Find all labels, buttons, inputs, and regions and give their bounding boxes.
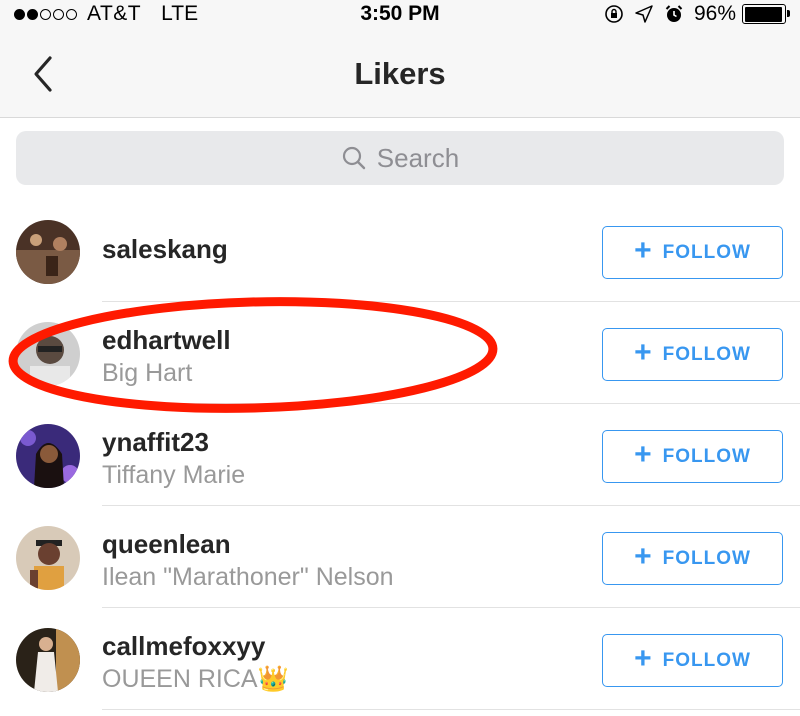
plus-icon: +: [634, 234, 653, 267]
follow-label: FOLLOW: [662, 547, 751, 569]
navigation-bar: Likers: [0, 30, 800, 118]
follow-button[interactable]: + FOLLOW: [602, 430, 783, 483]
liker-row[interactable]: saleskang + FOLLOW: [0, 200, 800, 302]
liker-username[interactable]: ynaffit23: [102, 427, 209, 458]
avatar[interactable]: [16, 424, 80, 488]
liker-username[interactable]: callmefoxxyy: [102, 631, 265, 662]
follow-label: FOLLOW: [662, 445, 751, 467]
status-bar: AT&T LTE 3:50 PM 96%: [0, 0, 800, 30]
follow-label: FOLLOW: [662, 649, 751, 671]
battery-percentage: 96%: [693, 2, 736, 25]
liker-fullname: OUEEN RICA👑: [102, 665, 289, 693]
follow-label: FOLLOW: [662, 343, 751, 365]
avatar[interactable]: [16, 526, 80, 590]
liker-username[interactable]: queenlean: [102, 529, 231, 560]
liker-fullname: Ilean "Marathoner" Nelson: [102, 563, 394, 591]
plus-icon: +: [634, 642, 653, 675]
follow-button[interactable]: + FOLLOW: [602, 328, 783, 381]
battery-level: [744, 6, 782, 22]
liker-fullname: Tiffany Marie: [102, 461, 246, 489]
page-title: Likers: [354, 56, 446, 91]
search-placeholder: Search: [376, 142, 460, 173]
avatar[interactable]: [16, 628, 80, 692]
search-icon: [341, 145, 367, 171]
liker-fullname: Big Hart: [102, 359, 193, 387]
alarm-icon: [665, 5, 683, 22]
liker-row[interactable]: queenlean Ilean "Marathoner" Nelson + FO…: [0, 506, 800, 608]
row-divider: [102, 708, 800, 710]
location-icon: [635, 5, 653, 23]
orientation-lock-icon: [605, 5, 623, 23]
liker-row[interactable]: edhartwell Big Hart + FOLLOW: [0, 302, 800, 404]
follow-button[interactable]: + FOLLOW: [602, 226, 783, 279]
follow-label: FOLLOW: [662, 241, 751, 263]
battery-icon: [742, 4, 790, 24]
liker-username[interactable]: saleskang: [102, 234, 228, 265]
avatar[interactable]: [16, 220, 80, 284]
liker-row[interactable]: ynaffit23 Tiffany Marie + FOLLOW: [0, 404, 800, 506]
avatar[interactable]: [16, 322, 80, 386]
follow-button[interactable]: + FOLLOW: [602, 532, 783, 585]
liker-username[interactable]: edhartwell: [102, 325, 231, 356]
search-input[interactable]: Search: [16, 131, 784, 185]
plus-icon: +: [634, 336, 653, 369]
plus-icon: +: [634, 438, 653, 471]
follow-button[interactable]: + FOLLOW: [602, 634, 783, 687]
status-right: 96%: [604, 2, 790, 26]
liker-row[interactable]: callmefoxxyy OUEEN RICA👑 + FOLLOW: [0, 608, 800, 710]
plus-icon: +: [634, 540, 653, 573]
